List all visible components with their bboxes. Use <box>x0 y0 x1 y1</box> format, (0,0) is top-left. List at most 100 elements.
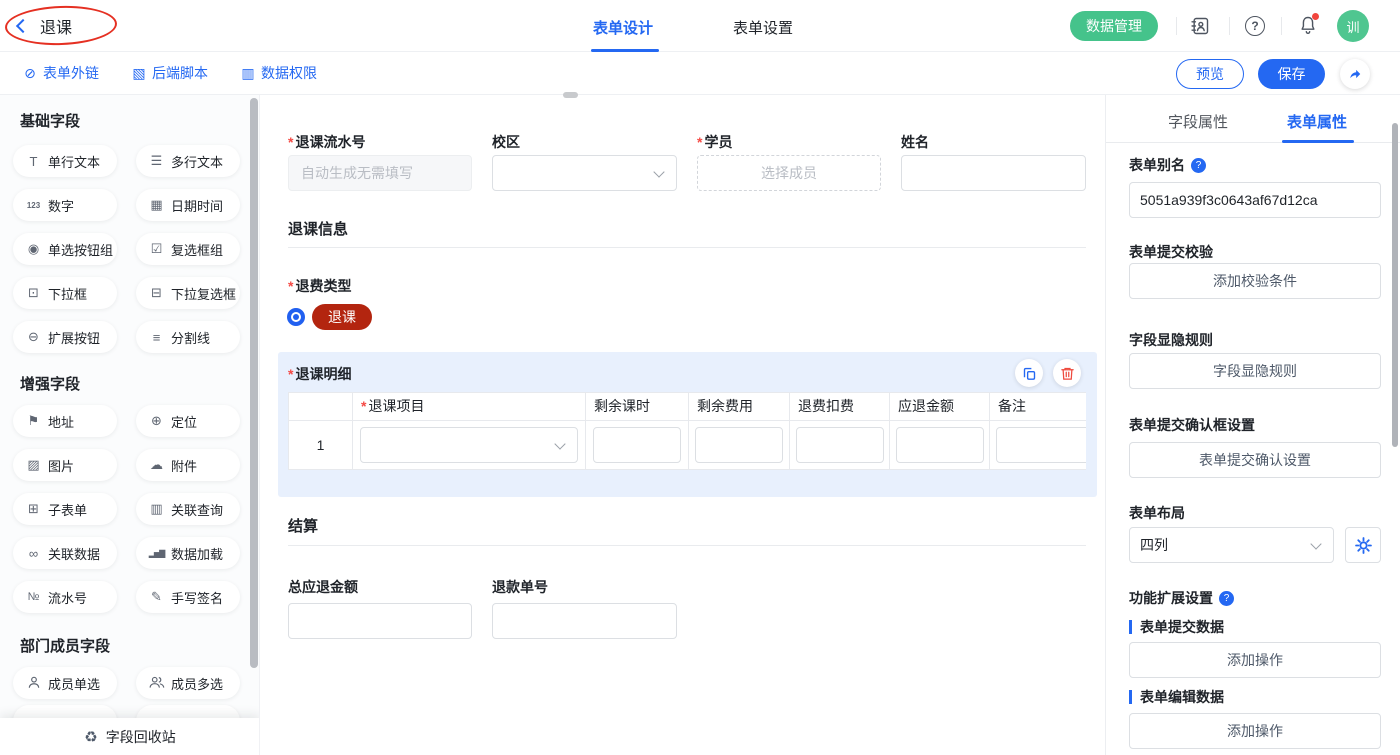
tab-form-settings[interactable]: 表单设置 <box>733 17 793 38</box>
bar-chart-icon: ▂▅▇ <box>148 549 165 558</box>
address-pin-icon: ⚑ <box>25 413 42 429</box>
field-type-address[interactable]: ⚑地址 <box>13 405 117 437</box>
field-type-linked-data[interactable]: ∞关联数据 <box>13 537 117 569</box>
field-type-image[interactable]: ▨图片 <box>13 449 117 481</box>
scrollbar-thumb[interactable] <box>563 92 578 98</box>
add-validation-button[interactable]: 添加校验条件 <box>1129 263 1381 299</box>
linked-data-icon: ∞ <box>25 546 42 561</box>
data-manage-button[interactable]: 数据管理 <box>1070 11 1158 41</box>
remaining-fee-input[interactable] <box>695 427 783 463</box>
section-header-refund-info: 退课信息 <box>288 218 348 239</box>
trash-icon <box>1060 366 1075 381</box>
field-type-member-multi[interactable]: 成员多选 <box>136 667 240 699</box>
field-type-member-single[interactable]: 成员单选 <box>13 667 117 699</box>
save-button[interactable]: 保存 <box>1258 59 1325 89</box>
delete-field-button[interactable] <box>1053 359 1081 387</box>
layout-select[interactable]: 四列 <box>1129 527 1334 563</box>
remaining-hours-input[interactable] <box>593 427 681 463</box>
field-label-campus: 校区 <box>492 132 520 152</box>
refund-amount-input[interactable] <box>896 427 984 463</box>
field-type-locate[interactable]: ⊕定位 <box>136 405 240 437</box>
section-divider <box>288 545 1086 546</box>
backend-script-button[interactable]: ▧ 后端脚本 <box>131 63 208 83</box>
project-select[interactable] <box>360 427 578 463</box>
help-icon[interactable]: ? <box>1245 16 1265 36</box>
alias-input[interactable] <box>1129 182 1381 218</box>
avatar[interactable]: 训 <box>1337 10 1369 42</box>
field-type-serial-number[interactable]: №流水号 <box>13 581 117 613</box>
field-type-number[interactable]: 123数字 <box>13 189 117 221</box>
divider <box>1229 17 1230 35</box>
deduction-input[interactable] <box>796 427 884 463</box>
calendar-icon: ▦ <box>148 197 165 213</box>
field-type-multi-dropdown[interactable]: ⊟下拉复选框 <box>136 277 240 309</box>
data-permission-button[interactable]: ▥ 数据权限 <box>240 63 317 83</box>
recycle-icon: ♻ <box>84 728 97 746</box>
name-input[interactable] <box>901 155 1086 191</box>
field-recycle-bin[interactable]: ♻ 字段回收站 <box>0 718 260 755</box>
tab-form-design[interactable]: 表单设计 <box>593 17 653 38</box>
total-refund-input[interactable] <box>288 603 472 639</box>
field-type-multi-line-text[interactable]: ☰多行文本 <box>136 145 240 177</box>
chevron-down-icon <box>653 166 664 177</box>
refund-no-input[interactable] <box>492 603 677 639</box>
field-type-attachment[interactable]: ☁附件 <box>136 449 240 481</box>
validate-label: 表单提交校验 <box>1129 242 1213 262</box>
share-button[interactable] <box>1340 59 1370 89</box>
help-icon[interactable]: ? <box>1219 591 1234 606</box>
subtable-header-row: *退课项目 剩余课时 剩余费用 退费扣费 应退金额 备注 <box>289 393 1086 421</box>
field-type-linked-query[interactable]: ▥关联查询 <box>136 493 240 525</box>
field-label-student: *学员 <box>697 132 732 152</box>
edit-data-add-button[interactable]: 添加操作 <box>1129 713 1381 749</box>
member-picker[interactable]: 选择成员 <box>697 155 881 191</box>
edit-data-label: 表单编辑数据 <box>1129 687 1224 707</box>
field-type-extend-button[interactable]: ⊖扩展按钮 <box>13 321 117 353</box>
copy-field-button[interactable] <box>1015 359 1043 387</box>
divider <box>1176 17 1177 35</box>
external-link-button[interactable]: ⊘ 表单外链 <box>22 63 99 83</box>
tab-form-properties[interactable]: 表单属性 <box>1287 111 1347 132</box>
back-chevron-icon[interactable] <box>16 19 30 33</box>
sidebar-scrollbar-thumb[interactable] <box>250 98 258 668</box>
field-type-single-line-text[interactable]: T单行文本 <box>13 145 117 177</box>
help-icon[interactable]: ? <box>1191 158 1206 173</box>
tab-field-properties[interactable]: 字段属性 <box>1168 111 1228 132</box>
visibility-rules-button[interactable]: 字段显隐规则 <box>1129 353 1381 389</box>
layout-settings-button[interactable] <box>1345 527 1381 563</box>
field-type-datetime[interactable]: ▦日期时间 <box>136 189 240 221</box>
campus-select[interactable] <box>492 155 677 191</box>
active-tab-underline <box>1282 140 1354 143</box>
field-type-checkbox-group[interactable]: ☑复选框组 <box>136 233 240 265</box>
preview-button[interactable]: 预览 <box>1176 59 1244 89</box>
refund-type-option-badge[interactable]: 退课 <box>312 304 372 330</box>
number-icon: 123 <box>25 201 42 210</box>
linked-query-icon: ▥ <box>148 501 165 517</box>
field-type-divider-line[interactable]: ≡分割线 <box>136 321 240 353</box>
serial-input[interactable] <box>288 155 472 191</box>
subtable-header-project: *退课项目 <box>353 393 586 421</box>
multi-dropdown-icon: ⊟ <box>148 285 165 301</box>
properties-panel: 字段属性 表单属性 表单别名 ? 表单提交校验 添加校验条件 字段显隐规则 字段… <box>1105 95 1400 755</box>
subtable-header-remark: 备注 <box>990 393 1086 421</box>
field-type-radio-group[interactable]: ◉单选按钮组 <box>13 233 117 265</box>
panel-scrollbar-thumb[interactable] <box>1392 123 1398 447</box>
panel-tabs: 字段属性 表单属性 <box>1106 95 1400 143</box>
refund-type-radio-selected[interactable] <box>287 308 305 326</box>
image-icon: ▨ <box>25 457 42 473</box>
subtable: *退课项目 剩余课时 剩余费用 退费扣费 应退金额 备注 1 <box>288 392 1086 470</box>
field-type-subform[interactable]: ⊞子表单 <box>13 493 117 525</box>
field-type-data-load[interactable]: ▂▅▇数据加载 <box>136 537 240 569</box>
submit-data-add-button[interactable]: 添加操作 <box>1129 642 1381 678</box>
contacts-icon[interactable] <box>1190 16 1210 36</box>
divider-line-icon: ≡ <box>148 330 165 345</box>
section-title-enhanced: 增强字段 <box>20 373 80 394</box>
remark-input[interactable] <box>996 427 1086 463</box>
field-type-dropdown[interactable]: ⊡下拉框 <box>13 277 117 309</box>
field-type-signature[interactable]: ✎手写签名 <box>136 581 240 613</box>
radio-icon: ◉ <box>25 241 42 257</box>
submit-confirm-button[interactable]: 表单提交确认设置 <box>1129 442 1381 478</box>
subtable-field-selected[interactable]: *退课明细 *退课项目 剩余课时 剩余费用 退费扣费 应退金额 备注 1 <box>278 352 1097 497</box>
back-nav[interactable]: 退课 <box>18 14 72 38</box>
notification-dot <box>1312 13 1319 20</box>
pen-icon: ✎ <box>148 589 165 605</box>
